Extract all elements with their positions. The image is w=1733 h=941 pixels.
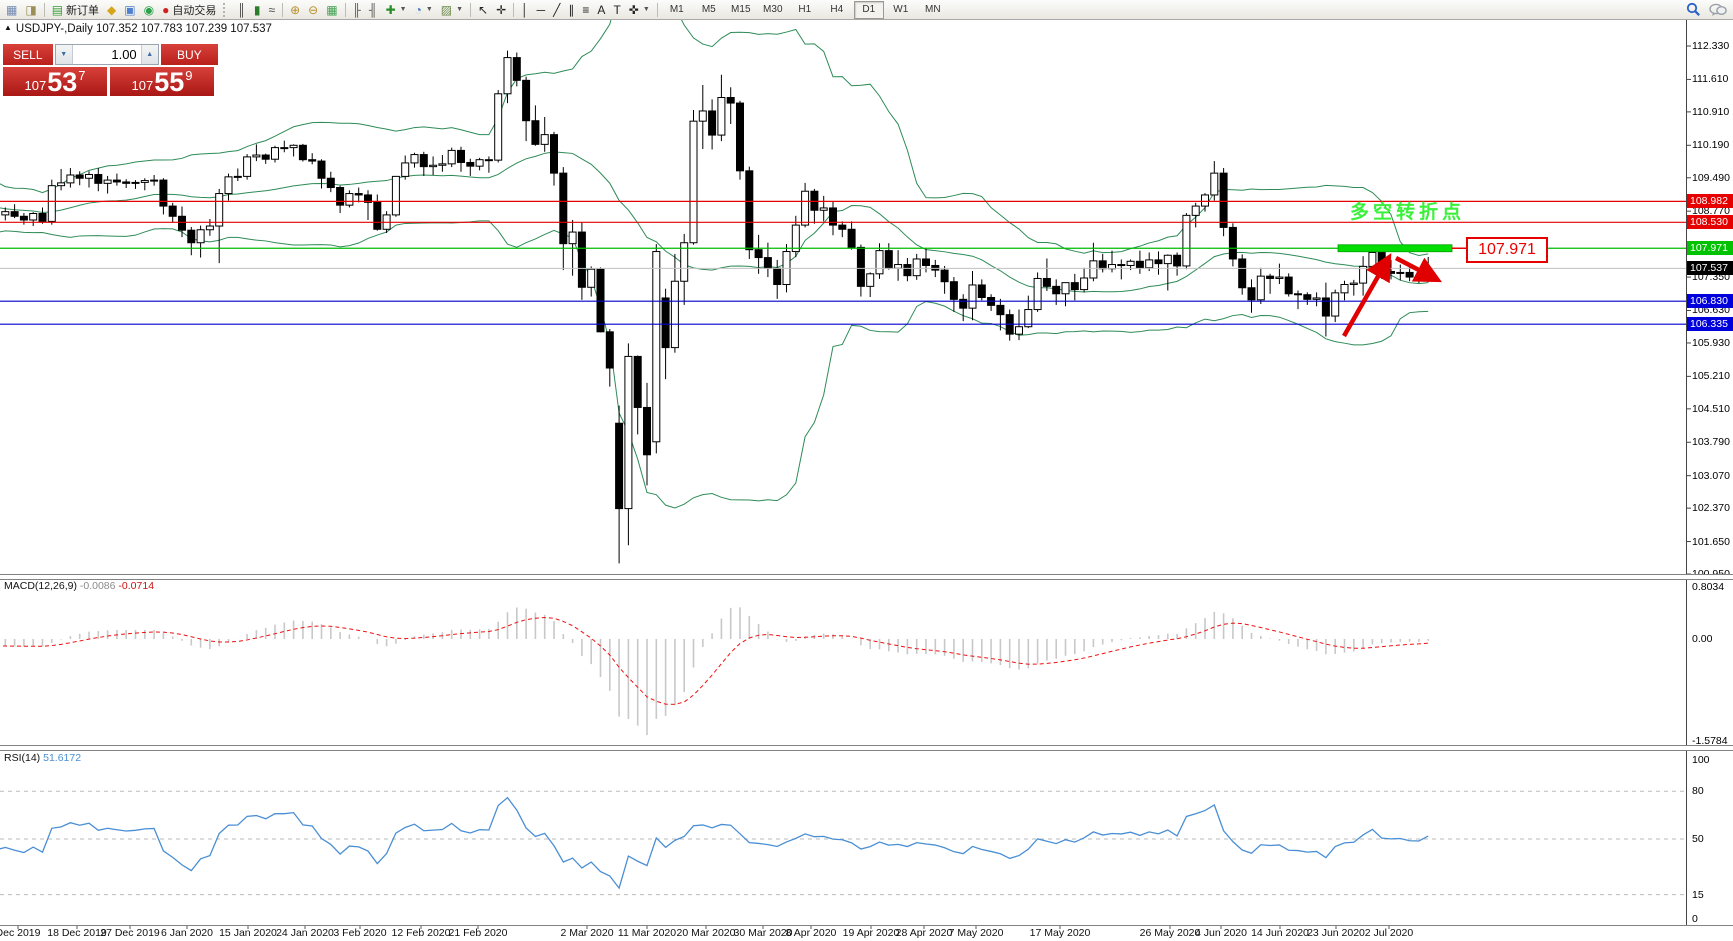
macd-signal-value: -0.0714 (118, 580, 154, 592)
price-tick-label: 101.650 (1692, 536, 1730, 548)
price-tick-label: 0.00 (1692, 633, 1712, 645)
date-tick-label: 28 Apr 2020 (896, 927, 953, 939)
date-tick-label: 27 Dec 2019 (100, 927, 160, 939)
date-tick-label: 14 Jun 2020 (1251, 927, 1309, 939)
buy-button[interactable]: BUY (161, 44, 218, 65)
price-tick-label: 50 (1692, 833, 1704, 845)
bid-pip: 7 (78, 68, 85, 83)
sell-button[interactable]: SELL (3, 44, 53, 65)
panel-separator-rsi[interactable] (0, 745, 1733, 751)
volume-up-button[interactable]: ▲ (141, 45, 158, 64)
price-tick-label: 102.370 (1692, 502, 1730, 514)
rsi-label: RSI(14) 51.6172 (4, 752, 81, 764)
price-badge: 106.335 (1687, 317, 1733, 331)
one-click-trading-panel: SELL ▼ ▲ BUY 107 53 7 107 55 9 (3, 44, 218, 96)
window-marker-icon: ▲ (4, 23, 12, 32)
price-tick-label: 105.210 (1692, 370, 1730, 382)
price-tick-label: 110.910 (1692, 106, 1729, 118)
price-badge: 108.530 (1687, 215, 1733, 229)
panel-separator-macd[interactable] (0, 574, 1733, 580)
bid-price-button[interactable]: 107 53 7 (3, 67, 107, 96)
date-tick-label: 20 Mar 2020 (677, 927, 736, 939)
rsi-value: 51.6172 (43, 752, 81, 764)
date-tick-label: 4 Jun 2020 (1195, 927, 1247, 939)
chart-title-text: USDJPY-,Daily 107.352 107.783 107.239 10… (16, 23, 272, 35)
date-tick-label: 7 May 2020 (949, 927, 1004, 939)
bid-prefix: 107 (25, 78, 47, 93)
date-tick-label: 24 Jan 2020 (276, 927, 334, 939)
price-badge: 107.971 (1687, 241, 1733, 255)
turning-point-annotation: 多空转折点 (1350, 197, 1465, 224)
ask-big: 55 (154, 69, 184, 95)
chart-title: ▲ USDJPY-,Daily 107.352 107.783 107.239 1… (4, 23, 272, 35)
date-tick-label: 23 Jun 2020 (1307, 927, 1365, 939)
date-tick-label: 18 Dec 2019 (47, 927, 107, 939)
price-tick-label: 103.070 (1692, 470, 1730, 482)
price-tick-label: 111.610 (1692, 73, 1728, 85)
date-tick-label: Dec 2019 (0, 927, 40, 939)
price-badge: 108.982 (1687, 194, 1733, 208)
price-tick-label: 15 (1692, 889, 1704, 901)
price-tick-label: 109.490 (1692, 172, 1730, 184)
price-tick-label: 0 (1692, 913, 1698, 925)
date-tick-label: 17 May 2020 (1030, 927, 1091, 939)
date-tick-label: 19 Apr 2020 (843, 927, 900, 939)
price-tick-label: 104.510 (1692, 403, 1730, 415)
volume-down-button[interactable]: ▼ (56, 45, 73, 64)
date-tick-label: 11 Mar 2020 (618, 927, 676, 939)
price-tick-label: 103.790 (1692, 436, 1730, 448)
date-tick-label: 26 May 2020 (1140, 927, 1201, 939)
mt4-window: ▦◨▤新订单◆▣◉●自动交易║▮≈⊕⊖▦╟╢✚▼◔▼▨▼↖✛│─╱∥≡AT✜▼M… (0, 0, 1733, 941)
ask-price-button[interactable]: 107 55 9 (110, 67, 214, 96)
macd-main-value: -0.0086 (80, 580, 116, 592)
ask-pip: 9 (185, 68, 192, 83)
date-tick-label: 2 Jul 2020 (1365, 927, 1413, 939)
macd-label: MACD(12,26,9) -0.0086 -0.0714 (4, 580, 154, 592)
date-tick-label: 6 Jan 2020 (161, 927, 213, 939)
date-tick-label: 2 Mar 2020 (560, 927, 613, 939)
ask-prefix: 107 (132, 78, 154, 93)
price-axis-border (1686, 20, 1687, 925)
price-tick-label: 112.330 (1692, 40, 1729, 52)
date-tick-label: 21 Feb 2020 (449, 927, 508, 939)
bid-big: 53 (47, 69, 77, 95)
date-tick-label: 12 Feb 2020 (392, 927, 451, 939)
price-tick-label: 80 (1692, 785, 1704, 797)
price-tick-label: 105.930 (1692, 337, 1730, 349)
price-tick-label: 100 (1692, 754, 1710, 766)
date-tick-label: 3 Feb 2020 (333, 927, 386, 939)
date-tick-label: 8 Apr 2020 (786, 927, 837, 939)
price-badge: 106.830 (1687, 294, 1733, 308)
chart-canvas[interactable] (0, 0, 1733, 941)
volume-input[interactable] (73, 45, 141, 64)
price-tag-label: 107.971 (1466, 237, 1548, 263)
price-badge: 107.537 (1687, 261, 1733, 275)
price-tick-label: 110.190 (1692, 139, 1729, 151)
price-tick-label: 0.8034 (1692, 581, 1724, 593)
date-tick-label: 15 Jan 2020 (219, 927, 277, 939)
date-axis-separator (0, 925, 1733, 926)
date-tick-label: 30 Mar 2020 (734, 927, 793, 939)
